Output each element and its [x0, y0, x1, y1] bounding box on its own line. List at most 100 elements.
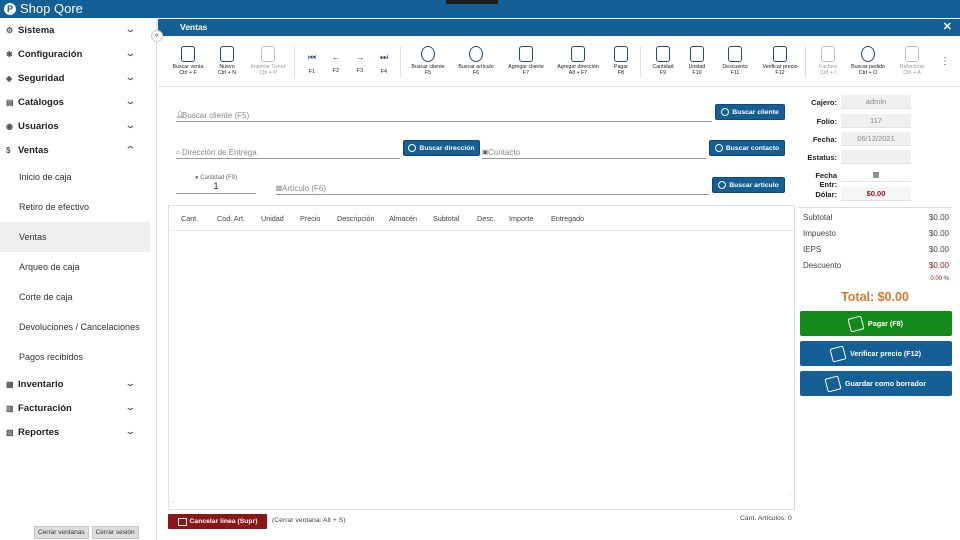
calendar-icon: ▦	[872, 170, 880, 179]
search-item-icon	[469, 46, 483, 62]
sidebar-subitem-pagos-recibidos[interactable]: Pagos recibidos	[0, 342, 156, 372]
cajero-value: admin	[841, 95, 911, 109]
buscar-contacto-button[interactable]: Buscar contacto	[709, 140, 785, 156]
articulo-input[interactable]: ▥ Artículo (F6)	[276, 181, 709, 195]
buscar-articulo-button[interactable]: Buscar artículo	[712, 177, 785, 193]
toolbar-divider	[400, 46, 401, 78]
sidebar-item-facturacion[interactable]: ▥ Facturación ⌄	[0, 396, 156, 420]
descuento-row: Descuento $0.00	[803, 261, 949, 270]
draft-icon	[824, 374, 842, 393]
tb-imprimir-ticket-button[interactable]: Imprimir Ticket Ctrl + P	[246, 46, 290, 76]
sidebar-item-configuracion[interactable]: ✱ Configuración ⌄	[0, 42, 156, 66]
nav-prev-button[interactable]: ← F2	[328, 52, 344, 74]
sidebar-item-seguridad[interactable]: ◈ Seguridad ⌄	[0, 66, 156, 90]
cliente-input[interactable]: 👤︎ Buscar cliente (F5)	[176, 108, 712, 122]
sidebar-subitem-ventas[interactable]: Ventas	[0, 222, 150, 252]
delete-icon	[177, 517, 187, 526]
tb-buscar-pedido-button[interactable]: Buscar pedido Ctrl + O	[846, 46, 890, 76]
window-drag-handle[interactable]	[446, 0, 498, 4]
chevron-down-icon: ⌄	[125, 49, 137, 58]
ieps-row: IEPS $0.00	[803, 245, 949, 254]
sidebar-item-usuarios[interactable]: ◉ Usuarios ⌄	[0, 114, 156, 138]
col-cod-art[interactable]: Cod. Art.	[217, 214, 245, 223]
folio-value: 117	[841, 114, 911, 128]
buscar-direccion-button[interactable]: Buscar dirección	[403, 140, 480, 156]
close-icon[interactable]: ✕	[943, 19, 952, 36]
col-desc[interactable]: Desc.	[477, 214, 495, 223]
sidebar-item-catalogos[interactable]: ▤ Catálogos ⌄	[0, 90, 156, 114]
search-sale-icon	[181, 46, 195, 62]
verificar-precio-button[interactable]: Verificar precio (F12)	[800, 341, 952, 366]
invoice-icon: ▥	[6, 403, 14, 413]
item-count: Cant. Artículos: 0	[740, 515, 792, 522]
logout-button[interactable]: Cerrar sesión	[91, 526, 139, 539]
layers-icon	[656, 46, 670, 62]
contacto-input[interactable]: ▣ Contacto	[482, 145, 706, 159]
estatus-label: Estatus:	[807, 153, 837, 162]
tb-buscar-venta-button[interactable]: Buscar venta Ctrl + F	[166, 46, 210, 76]
more-options-icon[interactable]: ⋮	[940, 56, 950, 67]
tb-agregar-cliente-button[interactable]: Agregar cliente F7	[504, 46, 548, 76]
tb-nuevo-button[interactable]: Nuevo Ctrl + N	[205, 46, 249, 76]
grid-header: Cant. Cod. Art. Unidad Precio Descripció…	[169, 206, 794, 231]
chevron-down-icon: ⌄	[125, 73, 137, 82]
direccion-input[interactable]: ⌂ Dirección de Entrega	[176, 145, 400, 159]
tb-buscar-cliente-button[interactable]: Buscar cliente F5	[406, 46, 450, 76]
col-precio[interactable]: Precio	[300, 214, 320, 223]
tb-buscar-articulo-button[interactable]: Buscar artículo F6	[454, 46, 498, 76]
grid-scroll-handle[interactable]: ▫	[789, 492, 791, 498]
sidebar-subitem-inicio-caja[interactable]: Inicio de caja	[0, 162, 156, 192]
tb-descuento-button[interactable]: Descuento F11	[713, 46, 757, 76]
sidebar-item-ventas[interactable]: $ Ventas ⌃	[0, 138, 156, 162]
buscar-cliente-button[interactable]: Buscar cliente	[715, 104, 785, 120]
nav-first-button[interactable]: ⏮ F1	[304, 52, 320, 75]
sidebar-item-reportes[interactable]: ▧ Reportes ⌄	[0, 420, 156, 444]
cantidad-input[interactable]: 1	[176, 181, 256, 194]
tb-verificar-precio-button[interactable]: Verificar precio F12	[758, 46, 802, 76]
col-subtotal[interactable]: Subtotal	[433, 214, 459, 223]
col-descripcion[interactable]: Descripción	[337, 214, 375, 223]
window-title: Ventas	[180, 22, 208, 32]
col-almacen[interactable]: Almacén	[389, 214, 417, 223]
tb-pagar-button[interactable]: Pagar F8	[599, 46, 643, 76]
sidebar-subitem-devoluciones[interactable]: Devoluciones / Cancelaciones	[0, 312, 156, 342]
search-icon	[408, 144, 417, 152]
guardar-borrador-button[interactable]: Guardar como borrador	[800, 371, 952, 396]
col-entregado[interactable]: Entregado	[551, 214, 584, 223]
pagar-button[interactable]: Pagar (F8)	[800, 311, 952, 336]
items-grid[interactable]: Cant. Cod. Art. Unidad Precio Descripció…	[168, 205, 795, 510]
impuesto-row: Impuesto $0.00	[803, 229, 949, 238]
search-order-icon	[861, 46, 875, 62]
grid-scroll-handle-left[interactable]: ▫	[172, 500, 174, 506]
search-icon	[721, 108, 730, 116]
chevron-down-icon: ⌄	[125, 97, 137, 106]
close-windows-button[interactable]: Cerrar ventanas	[34, 526, 89, 539]
sidebar-item-inventario[interactable]: ▦ Inventario ⌄	[0, 372, 156, 396]
book-icon: ▤	[6, 97, 14, 107]
sidebar-footer: Cerrar ventanas Cerrar sesión	[34, 526, 139, 539]
chevron-down-icon: ⌄	[125, 403, 137, 412]
report-icon: ▧	[6, 427, 14, 437]
col-importe[interactable]: Importe	[509, 214, 533, 223]
tb-refacturar-button[interactable]: Refacturar Ctrl + A	[890, 46, 934, 76]
sidebar-item-sistema[interactable]: ⚙ Sistema ⌄	[0, 18, 156, 42]
reinvoice-icon	[905, 46, 919, 62]
cancelar-linea-button[interactable]: Cancelar línea (Supr)	[168, 514, 267, 529]
col-unidad[interactable]: Unidad	[261, 214, 284, 223]
nav-last-button[interactable]: ⏭ F4	[376, 52, 392, 75]
dolar-value: $0.00	[841, 187, 911, 201]
shield-icon: ◈	[6, 73, 13, 83]
sidebar-collapse-button[interactable]: «	[151, 30, 163, 42]
sidebar-subitem-retiro-efectivo[interactable]: Retiro de efectivo	[0, 192, 156, 222]
printer-icon	[261, 46, 275, 62]
tb-factura-button[interactable]: Factura Ctrl + I	[806, 46, 850, 76]
nav-next-button[interactable]: → F3	[352, 52, 368, 74]
sidebar-subitem-corte-caja[interactable]: Corte de caja	[0, 282, 156, 312]
box-icon: ▦	[6, 379, 14, 389]
app-titlebar: P Shop Qore	[0, 0, 960, 18]
col-cant[interactable]: Cant.	[181, 214, 198, 223]
sidebar-subitem-arqueo-caja[interactable]: Arqueo de caja	[0, 252, 156, 282]
tb-agregar-direccion-button[interactable]: Agregar dirección Alt + F7	[556, 46, 600, 76]
sidebar: ⚙ Sistema ⌄ ✱ Configuración ⌄ ◈ Seguridad ⌄ ▤ C…	[0, 18, 157, 540]
fecha-entr-picker[interactable]: ▦	[841, 168, 911, 182]
